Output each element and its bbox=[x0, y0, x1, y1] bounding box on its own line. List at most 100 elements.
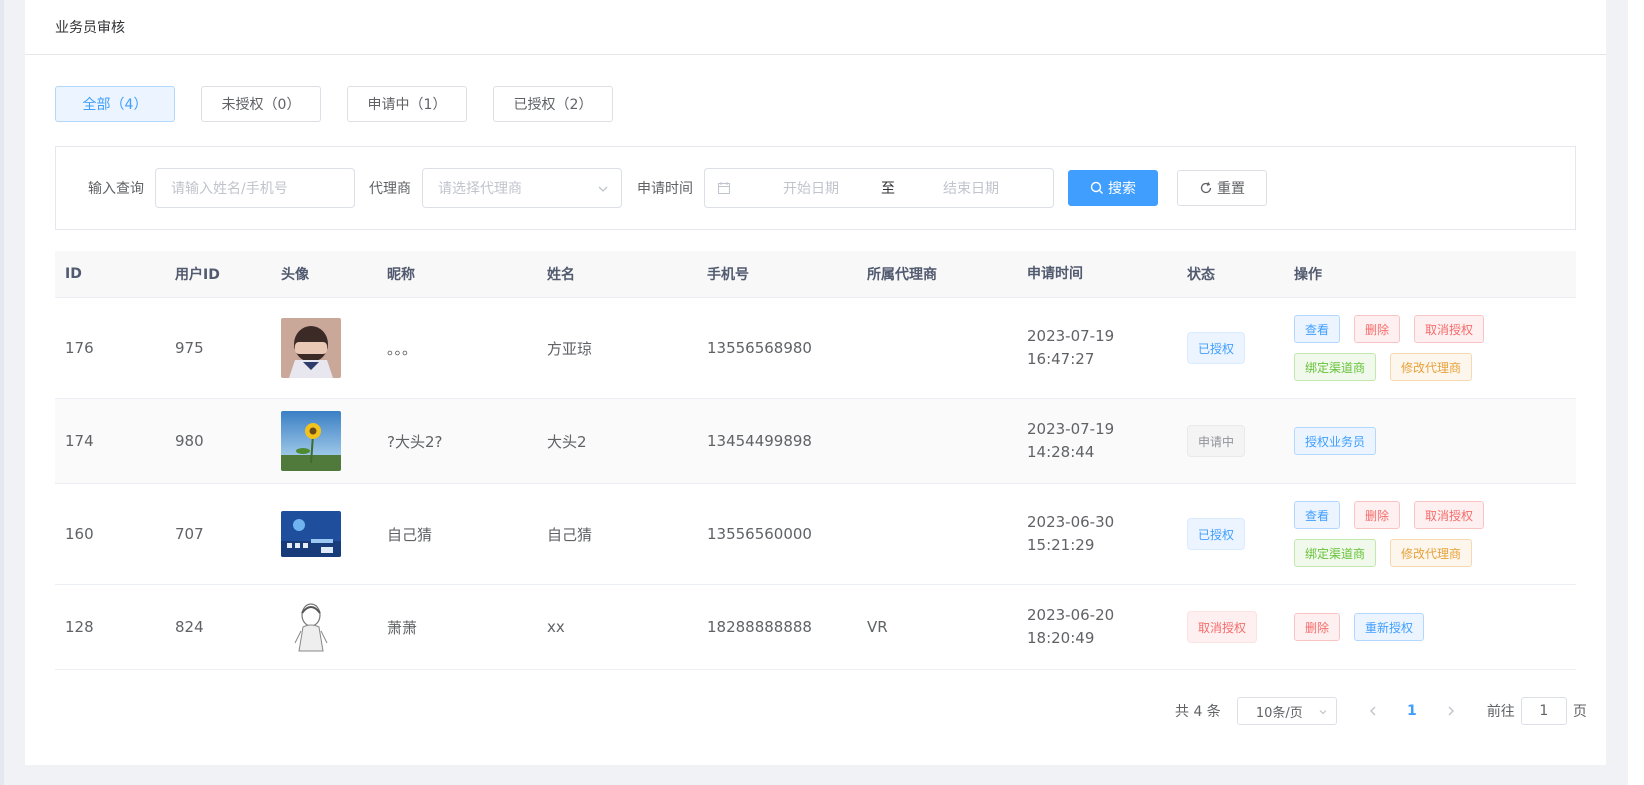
search-input-placeholder: 请输入姓名/手机号 bbox=[171, 181, 288, 197]
col-header-nickname: 昵称 bbox=[387, 267, 415, 283]
page-size-select[interactable]: 10条/页 bbox=[1236, 697, 1337, 725]
scrollbar-track[interactable] bbox=[1628, 0, 1644, 785]
row-actions: 查看 删除 取消授权 绑定渠道商 修改代理商 bbox=[1294, 315, 1564, 381]
row-actions: 删除 重新授权 bbox=[1294, 613, 1564, 641]
delete-button[interactable]: 删除 bbox=[1354, 501, 1401, 529]
delete-button[interactable]: 删除 bbox=[1354, 315, 1401, 343]
col-header-apply-time: 申请时间 bbox=[1027, 265, 1083, 282]
card-header: 业务员审核 bbox=[25, 0, 1606, 55]
avatar[interactable] bbox=[281, 318, 341, 378]
bind-channel-button[interactable]: 绑定渠道商 bbox=[1294, 353, 1377, 381]
page-number-current[interactable]: 1 bbox=[1387, 703, 1437, 719]
page-suffix: 页 bbox=[1572, 704, 1587, 720]
search-button[interactable]: 搜索 bbox=[1068, 170, 1158, 206]
filter-panel: 输入查询 请输入姓名/手机号 代理商 请选择代理商 申请时间 开始日期 至 结束… bbox=[55, 146, 1576, 230]
revoke-auth-button[interactable]: 取消授权 bbox=[1414, 315, 1485, 343]
cell-nickname: 萧萧 bbox=[387, 618, 418, 637]
goto-label: 前往 bbox=[1486, 704, 1515, 720]
col-header-actions: 操作 bbox=[1294, 267, 1322, 283]
cell-phone: 18288888888 bbox=[707, 618, 812, 636]
col-header-name: 姓名 bbox=[547, 267, 575, 283]
main-card: 业务员审核 全部（4） 未授权（0） 申请中（1） 已授权（2） 输入查询 请输… bbox=[25, 0, 1606, 765]
table-header: ID 用户ID 头像 昵称 姓名 手机号 所属代理商 申请时间 状态 操作 bbox=[55, 251, 1576, 298]
chevron-down-icon bbox=[1319, 710, 1327, 715]
cell-user-id: 824 bbox=[175, 618, 204, 636]
prev-page-button[interactable] bbox=[1359, 702, 1387, 721]
row-actions: 查看 删除 取消授权 绑定渠道商 修改代理商 bbox=[1294, 501, 1564, 567]
cell-nickname: 。。。 bbox=[387, 339, 418, 358]
search-input[interactable]: 请输入姓名/手机号 bbox=[155, 168, 355, 208]
view-button[interactable]: 查看 bbox=[1294, 501, 1341, 529]
table-row: 160 707 自己猜 自己猜 13556560000 2023-06-30 1… bbox=[55, 484, 1576, 585]
cell-id: 176 bbox=[65, 339, 94, 357]
page-title: 业务员审核 bbox=[55, 20, 125, 36]
avatar[interactable] bbox=[281, 411, 341, 471]
search-icon bbox=[1090, 181, 1103, 194]
col-header-user-id: 用户ID bbox=[175, 267, 220, 283]
tab-all[interactable]: 全部（4） bbox=[55, 86, 175, 122]
col-header-id: ID bbox=[65, 266, 82, 282]
status-badge: 取消授权 bbox=[1187, 611, 1258, 643]
pagination: 共 4 条 10条/页 1 前往 1 页 bbox=[1175, 697, 1587, 725]
avatar-image-screen bbox=[281, 511, 341, 557]
cell-nickname: ?大头2? bbox=[387, 432, 443, 451]
view-button[interactable]: 查看 bbox=[1294, 315, 1341, 343]
cell-apply-time: 2023-06-20 18:20:49 bbox=[1017, 604, 1177, 650]
apply-clock: 14:28:44 bbox=[1027, 443, 1095, 461]
cell-apply-time: 2023-07-19 14:28:44 bbox=[1017, 418, 1177, 464]
status-tabs: 全部（4） 未授权（0） 申请中（1） 已授权（2） bbox=[55, 86, 639, 122]
cell-name: 自己猜 bbox=[547, 525, 593, 544]
tab-applying[interactable]: 申请中（1） bbox=[347, 86, 467, 122]
total-count: 共 4 条 bbox=[1175, 704, 1221, 720]
tab-unauthorized[interactable]: 未授权（0） bbox=[201, 86, 321, 122]
table-row: 128 824 萧萧 xx 18288888888 VR 2023-06-20 … bbox=[55, 585, 1576, 670]
col-header-phone: 手机号 bbox=[707, 267, 749, 283]
cell-nickname: 自己猜 bbox=[387, 525, 433, 544]
table-row: 174 980 ?大头2? 大头2 13454499898 2023-07-19… bbox=[55, 399, 1576, 484]
bind-channel-button[interactable]: 绑定渠道商 bbox=[1294, 539, 1377, 567]
status-badge: 申请中 bbox=[1187, 425, 1246, 457]
date-range-picker[interactable]: 开始日期 至 结束日期 bbox=[704, 168, 1054, 208]
delete-button[interactable]: 删除 bbox=[1294, 613, 1341, 641]
avatar[interactable] bbox=[281, 511, 341, 557]
search-button-label: 搜索 bbox=[1108, 181, 1136, 197]
agent-select[interactable]: 请选择代理商 bbox=[422, 168, 622, 208]
cell-user-id: 975 bbox=[175, 339, 204, 357]
start-date-input[interactable]: 开始日期 bbox=[783, 178, 839, 198]
col-header-status: 状态 bbox=[1187, 267, 1215, 283]
goto-page-input[interactable]: 1 bbox=[1520, 697, 1567, 725]
chevron-down-icon bbox=[598, 186, 608, 192]
apply-date: 2023-06-30 bbox=[1027, 513, 1115, 531]
revoke-auth-button[interactable]: 取消授权 bbox=[1414, 501, 1485, 529]
apply-clock: 15:21:29 bbox=[1027, 536, 1095, 554]
change-agent-button[interactable]: 修改代理商 bbox=[1390, 539, 1473, 567]
reset-button[interactable]: 重置 bbox=[1177, 170, 1267, 206]
change-agent-button[interactable]: 修改代理商 bbox=[1390, 353, 1473, 381]
authorize-salesman-button[interactable]: 授权业务员 bbox=[1294, 427, 1377, 455]
col-header-agent: 所属代理商 bbox=[867, 267, 937, 283]
avatar-image-sunflower bbox=[281, 411, 341, 471]
refresh-icon bbox=[1200, 182, 1212, 194]
range-separator: 至 bbox=[881, 181, 895, 197]
next-page-button[interactable] bbox=[1437, 702, 1465, 721]
end-date-input[interactable]: 结束日期 bbox=[943, 178, 999, 198]
cell-user-id: 707 bbox=[175, 525, 204, 543]
apply-date: 2023-06-20 bbox=[1027, 606, 1115, 624]
chevron-right-icon bbox=[1448, 706, 1454, 715]
apply-clock: 16:47:27 bbox=[1027, 350, 1095, 368]
reset-button-label: 重置 bbox=[1217, 181, 1245, 197]
avatar-image-person bbox=[281, 318, 341, 378]
cell-name: 方亚琼 bbox=[547, 339, 593, 358]
tab-authorized[interactable]: 已授权（2） bbox=[493, 86, 613, 122]
avatar[interactable] bbox=[281, 597, 341, 657]
apply-date: 2023-07-19 bbox=[1027, 327, 1115, 345]
reauthorize-button[interactable]: 重新授权 bbox=[1354, 613, 1425, 641]
cell-phone: 13454499898 bbox=[707, 432, 812, 450]
status-badge: 已授权 bbox=[1187, 518, 1246, 550]
query-label: 输入查询 bbox=[88, 181, 144, 197]
row-actions: 授权业务员 bbox=[1294, 427, 1564, 455]
page-left-edge bbox=[0, 0, 4, 785]
cell-id: 128 bbox=[65, 618, 94, 636]
cell-apply-time: 2023-06-30 15:21:29 bbox=[1017, 511, 1177, 557]
agent-select-placeholder: 请选择代理商 bbox=[438, 181, 522, 197]
